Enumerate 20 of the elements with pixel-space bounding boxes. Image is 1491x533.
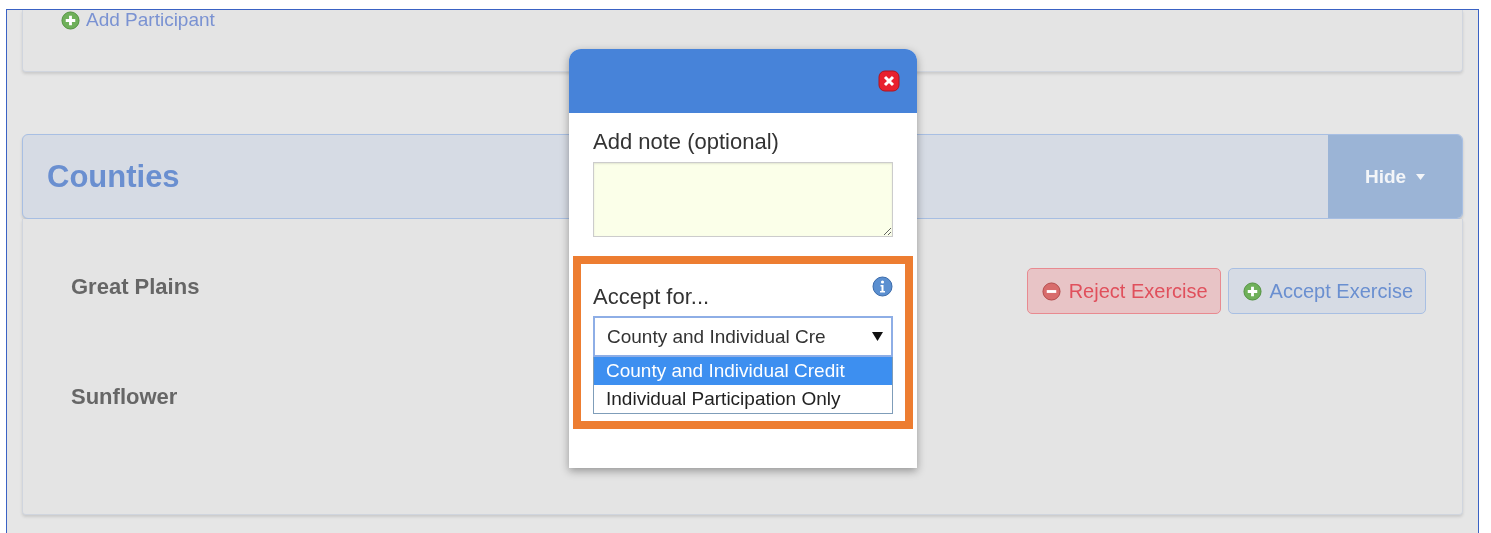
accept-button[interactable]: Accept Exercise	[1227, 268, 1426, 314]
accept-select[interactable]: County and Individual Cre	[593, 316, 893, 357]
minus-icon	[1041, 281, 1061, 301]
caret-icon	[1416, 173, 1426, 180]
accept-for-label: Accept for...	[593, 284, 710, 310]
plus-icon	[1242, 281, 1262, 301]
add-participant-link[interactable]: Add Participant	[61, 10, 215, 30]
close-icon	[878, 70, 900, 92]
info-icon	[872, 276, 893, 297]
county-name: Sunflower	[71, 384, 178, 410]
reject-button[interactable]: Reject Exercise	[1026, 268, 1221, 314]
hide-button[interactable]: Hide	[1328, 135, 1462, 218]
dropdown-option[interactable]: County and Individual Credit	[594, 357, 892, 385]
note-field[interactable]	[593, 162, 893, 237]
dropdown-caret-icon	[872, 332, 883, 341]
note-label: Add note (optional)	[593, 129, 780, 155]
county-name: Great Plains	[71, 274, 200, 300]
plus-icon	[61, 10, 80, 30]
close-button[interactable]	[878, 70, 900, 92]
panel-title: Counties	[47, 158, 180, 195]
